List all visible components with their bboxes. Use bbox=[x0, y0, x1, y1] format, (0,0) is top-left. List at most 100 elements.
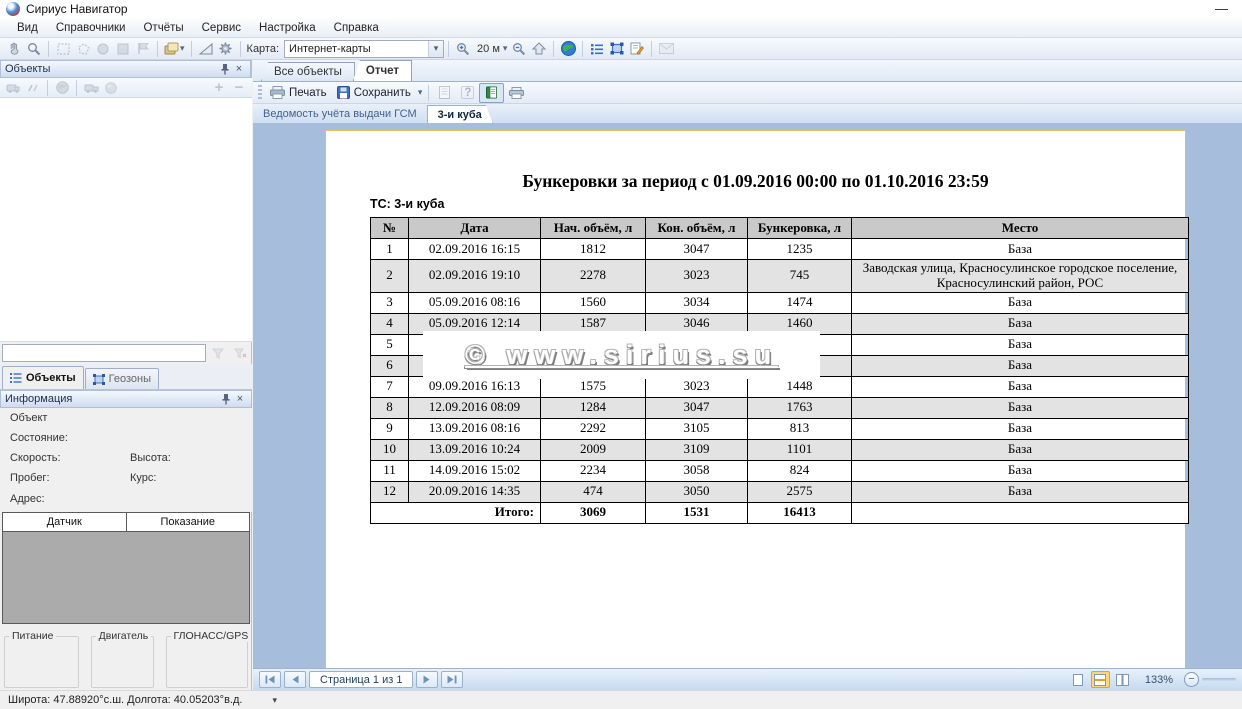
select-circle-icon[interactable] bbox=[93, 39, 113, 59]
save-button[interactable]: Сохранить bbox=[332, 83, 416, 103]
print-button[interactable]: Печать bbox=[265, 83, 332, 103]
print-preview-button[interactable] bbox=[504, 83, 529, 103]
close-icon[interactable]: × bbox=[232, 62, 246, 76]
zoom-select-icon[interactable] bbox=[24, 39, 44, 59]
speed-label: Скорость: bbox=[10, 452, 61, 464]
engine-group-label: Двигатель bbox=[96, 630, 152, 642]
report-cell: 2278 bbox=[541, 260, 646, 293]
tab-geozones-label: Геозоны bbox=[109, 373, 151, 385]
zoom-in-icon[interactable] bbox=[453, 39, 473, 59]
layers-icon[interactable]: ▾ bbox=[162, 39, 187, 59]
report-cell: 745 bbox=[748, 260, 852, 293]
add-plus-button[interactable]: + bbox=[209, 78, 229, 98]
select-rect-icon[interactable] bbox=[53, 39, 73, 59]
tab-all-objects[interactable]: Все объекты bbox=[261, 62, 355, 81]
height-label: Высота: bbox=[130, 452, 171, 464]
flag-icon[interactable] bbox=[133, 39, 153, 59]
pan-hand-icon[interactable] bbox=[4, 39, 24, 59]
objects-panel-title: Объекты bbox=[5, 63, 218, 75]
page-indicator: Страница 1 из 1 bbox=[309, 671, 413, 688]
tab-report[interactable]: Отчет bbox=[353, 60, 412, 81]
filter-funnel-icon[interactable] bbox=[208, 343, 228, 363]
report-cell: 10 bbox=[371, 439, 409, 460]
report-cell: 3050 bbox=[646, 481, 748, 502]
report-col-header: Место bbox=[852, 218, 1189, 239]
sensor-col-value: Показание bbox=[127, 513, 250, 531]
report-cell: 4 bbox=[371, 313, 409, 334]
pin-icon[interactable] bbox=[218, 62, 232, 76]
mail-icon[interactable] bbox=[656, 39, 676, 59]
menu-directories[interactable]: Справочники bbox=[47, 20, 135, 36]
close-icon[interactable]: × bbox=[233, 392, 247, 406]
zoom-scale-select[interactable]: 20 м▾ bbox=[473, 39, 509, 59]
report-cell: 1235 bbox=[748, 239, 852, 260]
remove-minus-button[interactable]: − bbox=[229, 78, 249, 98]
fit-width-view-button[interactable] bbox=[1091, 671, 1110, 688]
multi-page-view-button[interactable] bbox=[1113, 671, 1132, 688]
book-view-button[interactable] bbox=[479, 83, 504, 103]
report-col-header: Бункеровка, л bbox=[748, 218, 852, 239]
pin-icon[interactable] bbox=[219, 392, 233, 406]
report-col-header: Кон. объём, л bbox=[646, 218, 748, 239]
zoom-out-button[interactable]: − bbox=[1184, 672, 1199, 687]
menu-service[interactable]: Сервис bbox=[193, 20, 250, 36]
gear-icon[interactable] bbox=[216, 39, 236, 59]
menu-settings[interactable]: Настройка bbox=[250, 20, 325, 36]
track-link-icon[interactable] bbox=[23, 78, 43, 98]
report-row: 1013.09.2016 10:24200931091101База bbox=[371, 439, 1189, 460]
select-square-icon[interactable] bbox=[113, 39, 133, 59]
select-polygon-icon[interactable] bbox=[73, 39, 93, 59]
report-cell: 12 bbox=[371, 481, 409, 502]
menu-reports[interactable]: Отчёты bbox=[134, 20, 192, 36]
filter-input[interactable] bbox=[2, 344, 206, 362]
sensor-table: Датчик Показание bbox=[2, 512, 250, 624]
subtab-fuel-sheet[interactable]: Ведомость учёта выдачи ГСМ bbox=[253, 105, 427, 123]
report-viewer[interactable]: Бункеровки за период с 01.09.2016 00:00 … bbox=[253, 123, 1242, 668]
zoom-out-icon[interactable] bbox=[509, 39, 529, 59]
edit-note-icon[interactable] bbox=[627, 39, 647, 59]
report-cell: База bbox=[852, 460, 1189, 481]
objects-list[interactable] bbox=[0, 98, 252, 342]
add-vehicle-icon[interactable] bbox=[3, 78, 23, 98]
report-row: 102.09.2016 16:15181230471235База bbox=[371, 239, 1189, 260]
report-cell: 474 bbox=[541, 481, 646, 502]
watermark: © www.sirius.su bbox=[423, 331, 820, 379]
page-setup-button[interactable] bbox=[433, 83, 456, 103]
status-caret-icon[interactable]: ▾ bbox=[272, 695, 277, 706]
toolbar-grip[interactable] bbox=[258, 85, 262, 101]
help-button[interactable]: ? bbox=[456, 83, 479, 103]
globe-icon[interactable] bbox=[558, 39, 578, 59]
sphere-icon[interactable] bbox=[101, 78, 121, 98]
tab-objects-label: Объекты bbox=[26, 372, 76, 384]
caret-down-icon[interactable]: ▾ bbox=[428, 41, 443, 57]
app-logo-icon bbox=[6, 2, 20, 16]
tab-objects[interactable]: Объекты bbox=[2, 366, 84, 389]
first-page-button[interactable] bbox=[259, 671, 281, 688]
menu-help[interactable]: Справка bbox=[325, 20, 388, 36]
window-title: Сириус Навигатор bbox=[26, 2, 128, 16]
prev-page-button[interactable] bbox=[284, 671, 306, 688]
next-page-button[interactable] bbox=[416, 671, 438, 688]
ruler-icon[interactable] bbox=[196, 39, 216, 59]
report-total-value: 16413 bbox=[748, 502, 852, 523]
subtab-3i-kuba[interactable]: 3-и куба bbox=[427, 105, 493, 123]
report-cell: 3034 bbox=[646, 292, 748, 313]
minimize-button[interactable]: — bbox=[1215, 1, 1228, 16]
geozone-icon[interactable] bbox=[607, 39, 627, 59]
tab-geozones[interactable]: Геозоны bbox=[85, 368, 159, 389]
zoom-slider[interactable] bbox=[1202, 678, 1236, 681]
filter-clear-icon[interactable] bbox=[230, 343, 250, 363]
save-options-caret[interactable]: ▾ bbox=[416, 83, 425, 103]
coordinates-text: Широта: 47.88920°с.ш. Долгота: 40.05203°… bbox=[8, 694, 242, 706]
vehicle-icon[interactable] bbox=[81, 78, 101, 98]
home-arrow-icon[interactable] bbox=[529, 39, 549, 59]
caret-down-icon: ▾ bbox=[180, 43, 185, 54]
single-page-view-button[interactable] bbox=[1069, 671, 1088, 688]
last-page-button[interactable] bbox=[441, 671, 463, 688]
globe-small-icon[interactable] bbox=[52, 78, 72, 98]
map-select[interactable]: Интернет-карты ▾ bbox=[284, 40, 444, 58]
object-list-icon[interactable] bbox=[587, 39, 607, 59]
report-cell: 9 bbox=[371, 418, 409, 439]
menu-view[interactable]: Вид bbox=[8, 20, 47, 36]
report-cell: 824 bbox=[748, 460, 852, 481]
